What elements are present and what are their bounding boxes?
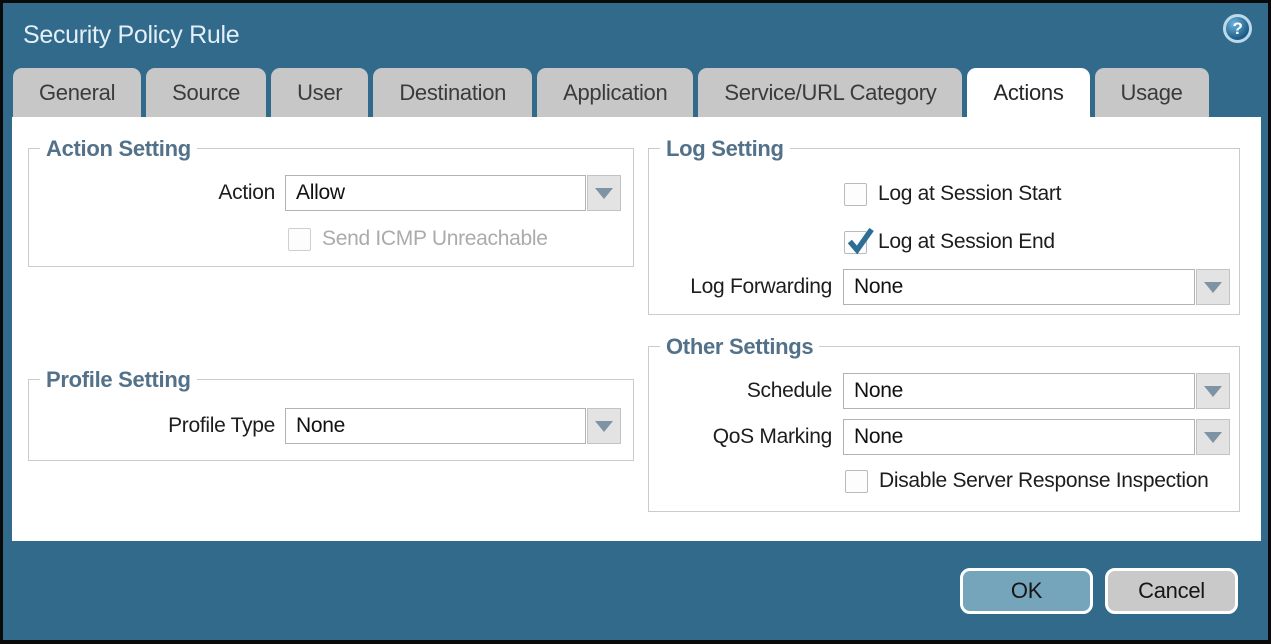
help-glyph: ? xyxy=(1232,19,1242,39)
profile-type-dropdown[interactable]: None xyxy=(285,408,621,444)
help-icon[interactable]: ? xyxy=(1223,14,1252,43)
qos-marking-dropdown[interactable]: None xyxy=(843,419,1230,455)
log-session-end-label: Log at Session End xyxy=(878,230,1055,254)
action-dropdown-button[interactable] xyxy=(587,175,621,211)
chevron-down-icon xyxy=(595,188,613,199)
chevron-down-icon xyxy=(1204,282,1222,293)
action-label: Action xyxy=(72,175,275,211)
profile-setting-legend: Profile Setting xyxy=(40,367,197,393)
log-forwarding-dropdown-value: None xyxy=(843,269,1195,305)
tab-actions-label: Actions xyxy=(993,80,1063,106)
tab-bar: General Source User Destination Applicat… xyxy=(13,68,1258,117)
action-dropdown-value: Allow xyxy=(285,175,586,211)
schedule-label: Schedule xyxy=(612,373,832,409)
tab-application-label: Application xyxy=(563,80,667,106)
schedule-dropdown-button[interactable] xyxy=(1196,373,1230,409)
schedule-dropdown[interactable]: None xyxy=(843,373,1230,409)
qos-marking-dropdown-button[interactable] xyxy=(1196,419,1230,455)
send-icmp-unreachable-checkbox xyxy=(288,228,311,251)
dsri-label: Disable Server Response Inspection xyxy=(879,469,1208,493)
actions-tab-panel: Action Setting Action Allow Send ICMP Un… xyxy=(12,117,1261,541)
log-session-end-checkbox-row[interactable]: Log at Session End xyxy=(844,230,1055,254)
tab-user-label: User xyxy=(297,80,342,106)
tab-actions[interactable]: Actions xyxy=(967,68,1089,117)
tab-application[interactable]: Application xyxy=(537,68,693,117)
log-session-end-checkbox[interactable] xyxy=(844,231,867,254)
tab-source-label: Source xyxy=(172,80,240,106)
log-setting-legend: Log Setting xyxy=(660,136,790,162)
qos-marking-dropdown-value: None xyxy=(843,419,1195,455)
tab-destination[interactable]: Destination xyxy=(373,68,532,117)
log-forwarding-dropdown[interactable]: None xyxy=(843,269,1230,305)
chevron-down-icon xyxy=(1204,432,1222,443)
profile-type-label: Profile Type xyxy=(72,408,275,444)
dsri-checkbox[interactable] xyxy=(845,470,868,493)
tab-general-label: General xyxy=(39,80,115,106)
action-setting-legend: Action Setting xyxy=(40,136,197,162)
dsri-checkbox-row[interactable]: Disable Server Response Inspection xyxy=(845,469,1208,493)
tab-destination-label: Destination xyxy=(399,80,506,106)
tab-service-url-category[interactable]: Service/URL Category xyxy=(698,68,962,117)
tab-user[interactable]: User xyxy=(271,68,368,117)
send-icmp-unreachable-checkbox-row: Send ICMP Unreachable xyxy=(288,227,548,251)
schedule-dropdown-value: None xyxy=(843,373,1195,409)
titlebar: Security Policy Rule ? xyxy=(3,3,1268,65)
checkmark-icon xyxy=(845,227,874,261)
ok-button[interactable]: OK xyxy=(960,568,1093,614)
tab-usage-label: Usage xyxy=(1121,80,1183,106)
log-session-start-checkbox-row[interactable]: Log at Session Start xyxy=(844,182,1061,206)
log-session-start-label: Log at Session Start xyxy=(878,182,1061,206)
dialog-title: Security Policy Rule xyxy=(23,21,239,50)
action-dropdown[interactable]: Allow xyxy=(285,175,621,211)
cancel-button[interactable]: Cancel xyxy=(1105,568,1238,614)
chevron-down-icon xyxy=(595,421,613,432)
profile-type-dropdown-value: None xyxy=(285,408,586,444)
qos-marking-label: QoS Marking xyxy=(612,419,832,455)
tab-general[interactable]: General xyxy=(13,68,141,117)
log-session-start-checkbox[interactable] xyxy=(844,183,867,206)
send-icmp-unreachable-label: Send ICMP Unreachable xyxy=(322,227,548,251)
log-forwarding-dropdown-button[interactable] xyxy=(1196,269,1230,305)
tab-service-url-category-label: Service/URL Category xyxy=(724,80,936,106)
cancel-button-label: Cancel xyxy=(1138,578,1205,604)
tab-usage[interactable]: Usage xyxy=(1095,68,1209,117)
security-policy-rule-dialog: Security Policy Rule ? General Source Us… xyxy=(3,3,1268,640)
tab-source[interactable]: Source xyxy=(146,68,266,117)
log-forwarding-label: Log Forwarding xyxy=(612,269,832,305)
chevron-down-icon xyxy=(1204,386,1222,397)
ok-button-label: OK xyxy=(1011,578,1042,604)
other-settings-legend: Other Settings xyxy=(660,334,819,360)
